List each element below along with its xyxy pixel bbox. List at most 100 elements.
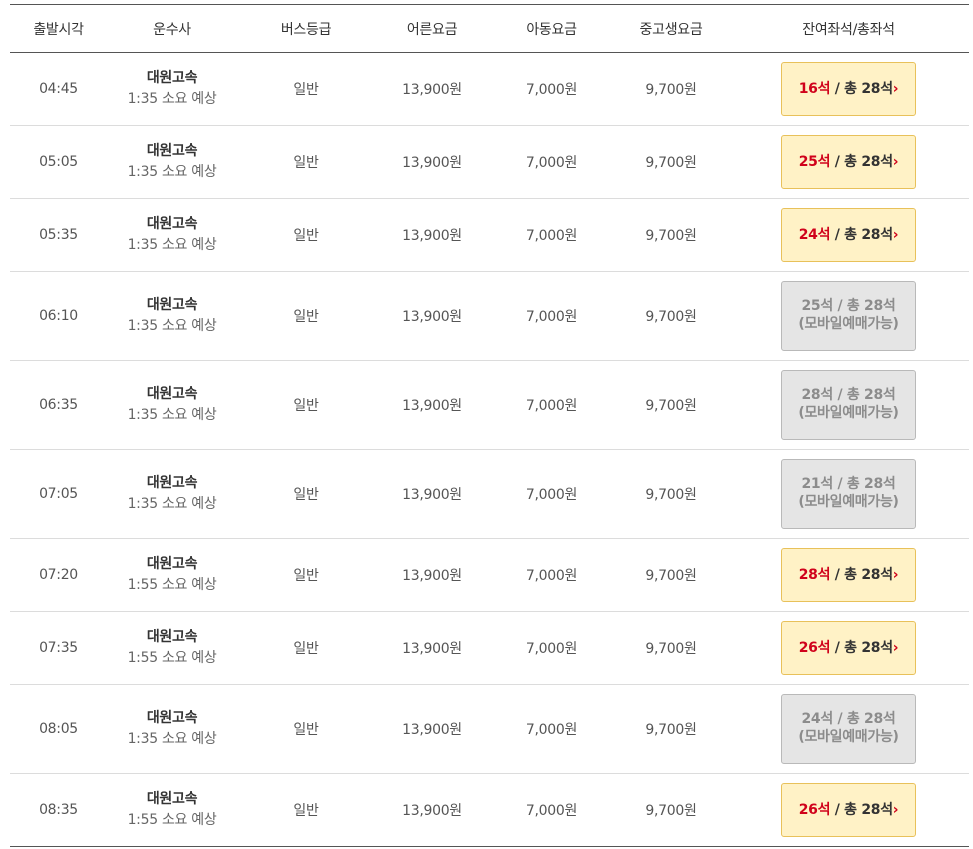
estimated-duration: 1:55 소요 예상 [127,650,217,666]
child-fare: 7,000원 [525,803,578,819]
departure-time: 06:10 [39,308,78,324]
company-name: 대원고속 [146,475,198,491]
chevron-right-icon: › [892,154,899,170]
remaining-seats: 24석 [801,711,833,727]
company-name: 대원고속 [146,791,198,807]
chevron-right-icon: › [892,567,899,583]
departure-time: 07:20 [39,567,78,583]
company-cell: 대원고속 1:35 소요 예상 [107,295,237,337]
company-cell: 대원고속 1:35 소요 예상 [107,384,237,426]
adult-fare: 13,900원 [402,309,462,325]
seat-count-line: 28석 / 총 28석 [782,386,915,404]
adult-fare: 13,900원 [402,722,462,738]
child-fare: 7,000원 [525,398,578,414]
student-fare: 9,700원 [645,641,697,657]
seat-status-mobile-only: 21석 / 총 28석 (모바일예매가능) [781,459,916,529]
child-fare: 7,000원 [525,228,578,244]
seat-select-button[interactable]: 16석 / 총 28석› [781,62,916,116]
child-fare: 7,000원 [525,641,578,657]
student-fare: 9,700원 [645,803,697,819]
adult-fare: 13,900원 [402,803,462,819]
table-row: 04:45 대원고속 1:35 소요 예상 일반 13,900원 7,000원 9,700원… [10,53,969,126]
bus-grade: 일반 [293,641,319,657]
child-fare: 7,000원 [525,568,578,584]
chevron-right-icon: › [892,227,899,243]
company-cell: 대원고속 1:35 소요 예상 [107,708,237,750]
bus-grade: 일반 [293,155,319,171]
table-row: 07:05 대원고속 1:35 소요 예상 일반 13,900원 7,000원 9,700원… [10,450,969,539]
remaining-seats: 24석 [798,227,831,243]
child-fare: 7,000원 [525,722,578,738]
seat-cell: 26석 / 총 28석› [728,783,969,837]
remaining-seats: 21석 [801,476,833,492]
departure-time: 08:05 [39,721,78,737]
seat-cell: 16석 / 총 28석› [728,62,969,116]
child-fare: 7,000원 [525,487,578,503]
mobile-booking-note: (모바일예매가능) [798,729,899,745]
table-row: 05:05 대원고속 1:35 소요 예상 일반 13,900원 7,000원 9,700원… [10,126,969,199]
total-seats: / 총 28석 [832,387,896,403]
table-row: 08:05 대원고속 1:35 소요 예상 일반 13,900원 7,000원 9,700원… [10,685,969,774]
mobile-booking-note: (모바일예매가능) [798,494,899,510]
child-fare: 7,000원 [525,155,578,171]
seat-count-line: 25석 / 총 28석 [782,297,915,315]
bus-grade: 일반 [293,228,319,244]
seat-select-button[interactable]: 25석 / 총 28석› [781,135,916,189]
total-seats: / 총 28석 [832,298,896,314]
seat-status-mobile-only: 24석 / 총 28석 (모바일예매가능) [781,694,916,764]
seat-select-button[interactable]: 26석 / 총 28석› [781,783,916,837]
bus-grade: 일반 [293,398,319,414]
estimated-duration: 1:35 소요 예상 [127,731,217,747]
company-name: 대원고속 [146,710,198,726]
total-seats: / 총 28석 [830,227,893,243]
total-seats: / 총 28석 [830,567,893,583]
remaining-seats: 28석 [801,387,833,403]
seat-select-button[interactable]: 28석 / 총 28석› [781,548,916,602]
adult-fare: 13,900원 [402,641,462,657]
seat-select-button[interactable]: 24석 / 총 28석› [781,208,916,262]
adult-fare: 13,900원 [402,398,462,414]
company-name: 대원고속 [146,556,198,572]
estimated-duration: 1:35 소요 예상 [127,496,217,512]
table-row: 07:20 대원고속 1:55 소요 예상 일반 13,900원 7,000원 9,700원… [10,539,969,612]
company-name: 대원고속 [146,70,198,86]
mobile-booking-note: (모바일예매가능) [798,405,899,421]
departure-time: 07:35 [39,640,78,656]
student-fare: 9,700원 [645,309,697,325]
table-body: 04:45 대원고속 1:35 소요 예상 일반 13,900원 7,000원 9,700원… [10,53,969,847]
estimated-duration: 1:55 소요 예상 [127,812,217,828]
company-cell: 대원고속 1:55 소요 예상 [107,554,237,596]
total-seats: / 총 28석 [830,81,893,97]
bus-grade: 일반 [293,568,319,584]
adult-fare: 13,900원 [402,228,462,244]
chevron-right-icon: › [892,802,899,818]
departure-time: 05:05 [39,154,78,170]
header-student-fare: 중고생요금 [639,21,703,38]
child-fare: 7,000원 [525,82,578,98]
student-fare: 9,700원 [645,568,697,584]
header-bus-grade: 버스등급 [280,21,332,38]
total-seats: / 총 28석 [830,154,893,170]
company-cell: 대원고속 1:55 소요 예상 [107,789,237,831]
estimated-duration: 1:35 소요 예상 [127,318,217,334]
seat-cell: 25석 / 총 28석 (모바일예매가능) [728,281,969,351]
seat-count-line: 24석 / 총 28석 [782,710,915,728]
seat-cell: 24석 / 총 28석› [728,208,969,262]
seat-status-mobile-only: 28석 / 총 28석 (모바일예매가능) [781,370,916,440]
seat-select-button[interactable]: 26석 / 총 28석› [781,621,916,675]
seat-cell: 28석 / 총 28석› [728,548,969,602]
bus-grade: 일반 [293,309,319,325]
adult-fare: 13,900원 [402,487,462,503]
table-row: 06:35 대원고속 1:35 소요 예상 일반 13,900원 7,000원 9,700원… [10,361,969,450]
remaining-seats: 25석 [801,298,833,314]
remaining-seats: 25석 [798,154,831,170]
table-row: 08:35 대원고속 1:55 소요 예상 일반 13,900원 7,000원 9,700원… [10,774,969,847]
bus-grade: 일반 [293,803,319,819]
table-row: 07:35 대원고속 1:55 소요 예상 일반 13,900원 7,000원 9,700원… [10,612,969,685]
mobile-booking-note: (모바일예매가능) [798,316,899,332]
estimated-duration: 1:35 소요 예상 [127,407,217,423]
table-row: 05:35 대원고속 1:35 소요 예상 일반 13,900원 7,000원 9,700원… [10,199,969,272]
student-fare: 9,700원 [645,722,697,738]
estimated-duration: 1:35 소요 예상 [127,164,217,180]
seat-cell: 24석 / 총 28석 (모바일예매가능) [728,694,969,764]
